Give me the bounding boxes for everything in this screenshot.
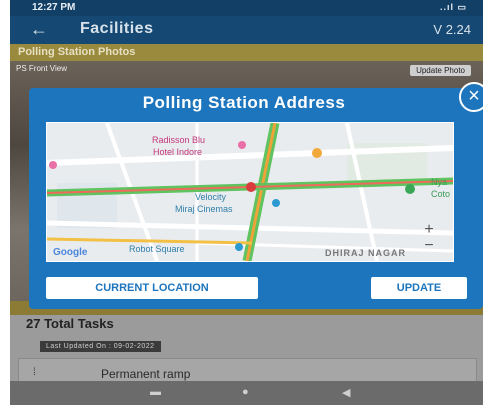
last-updated-badge: Last Updated On : 09-02-2022 (40, 341, 161, 352)
map-label-hotel: Hotel Indore (153, 147, 203, 157)
google-logo: Google (53, 247, 88, 258)
page-title: Facilities (80, 20, 154, 37)
map-roads (47, 123, 453, 261)
dialog-title: Polling Station Address (142, 93, 346, 112)
hotel-marker-icon (238, 141, 246, 149)
zoom-out-button[interactable]: − (419, 237, 439, 255)
place-marker-icon (49, 161, 57, 169)
android-nav-bar: ▬ ● ◀ (10, 381, 483, 405)
app-bar: ← Facilities V 2.24 (10, 16, 483, 44)
section-header: Polling Station Photos (10, 44, 483, 61)
back-arrow-icon[interactable]: ← (30, 19, 48, 40)
map-label-dhiraj-nagar: DHIRAJ NAGAR (325, 248, 407, 258)
update-photo-button[interactable]: Update Photo (410, 65, 471, 76)
task-bullet-icon: ⁞ (33, 367, 36, 378)
address-dialog: Polling Station Address × Radisson Blu H… (29, 82, 483, 309)
app-version: V 2.24 (433, 22, 471, 37)
cinema-marker-icon (272, 199, 280, 207)
map-label-nya: Nya (431, 177, 448, 187)
home-icon[interactable]: ● (242, 386, 249, 398)
food-marker-icon (312, 148, 322, 158)
current-location-button[interactable]: CURRENT LOCATION (46, 277, 258, 299)
task-item-label: Permanent ramp (101, 367, 191, 381)
phone-screen: 12:27 PM ..ıl ▭ ← Facilities V 2.24 Poll… (10, 0, 483, 405)
signal-battery-icon: ..ıl ▭ (439, 2, 467, 12)
total-tasks: 27 Total Tasks (26, 316, 114, 331)
map-label-velocity: Velocity (195, 192, 227, 202)
photo-view-label: PS Front View (16, 64, 67, 73)
close-icon[interactable]: × (459, 82, 483, 112)
section-title: Polling Station Photos (18, 46, 136, 58)
map-label-radisson: Radisson Blu (152, 135, 206, 145)
status-bar: 12:27 PM ..ıl ▭ (10, 0, 483, 16)
update-button[interactable]: UPDATE (371, 277, 467, 299)
transit-marker-icon (235, 243, 243, 251)
recents-icon[interactable]: ▬ (150, 386, 161, 398)
status-time: 12:27 PM (32, 2, 76, 13)
location-pin-icon (246, 182, 256, 192)
map-label-coto: Coto (431, 189, 451, 199)
map-label-miraj: Miraj Cinemas (175, 204, 233, 214)
map-label-robot-square: Robot Square (129, 244, 185, 254)
back-nav-icon[interactable]: ◀ (342, 386, 350, 399)
map-view[interactable]: Radisson Blu Hotel Indore Velocity Miraj… (46, 122, 454, 262)
park-marker-icon (405, 184, 415, 194)
